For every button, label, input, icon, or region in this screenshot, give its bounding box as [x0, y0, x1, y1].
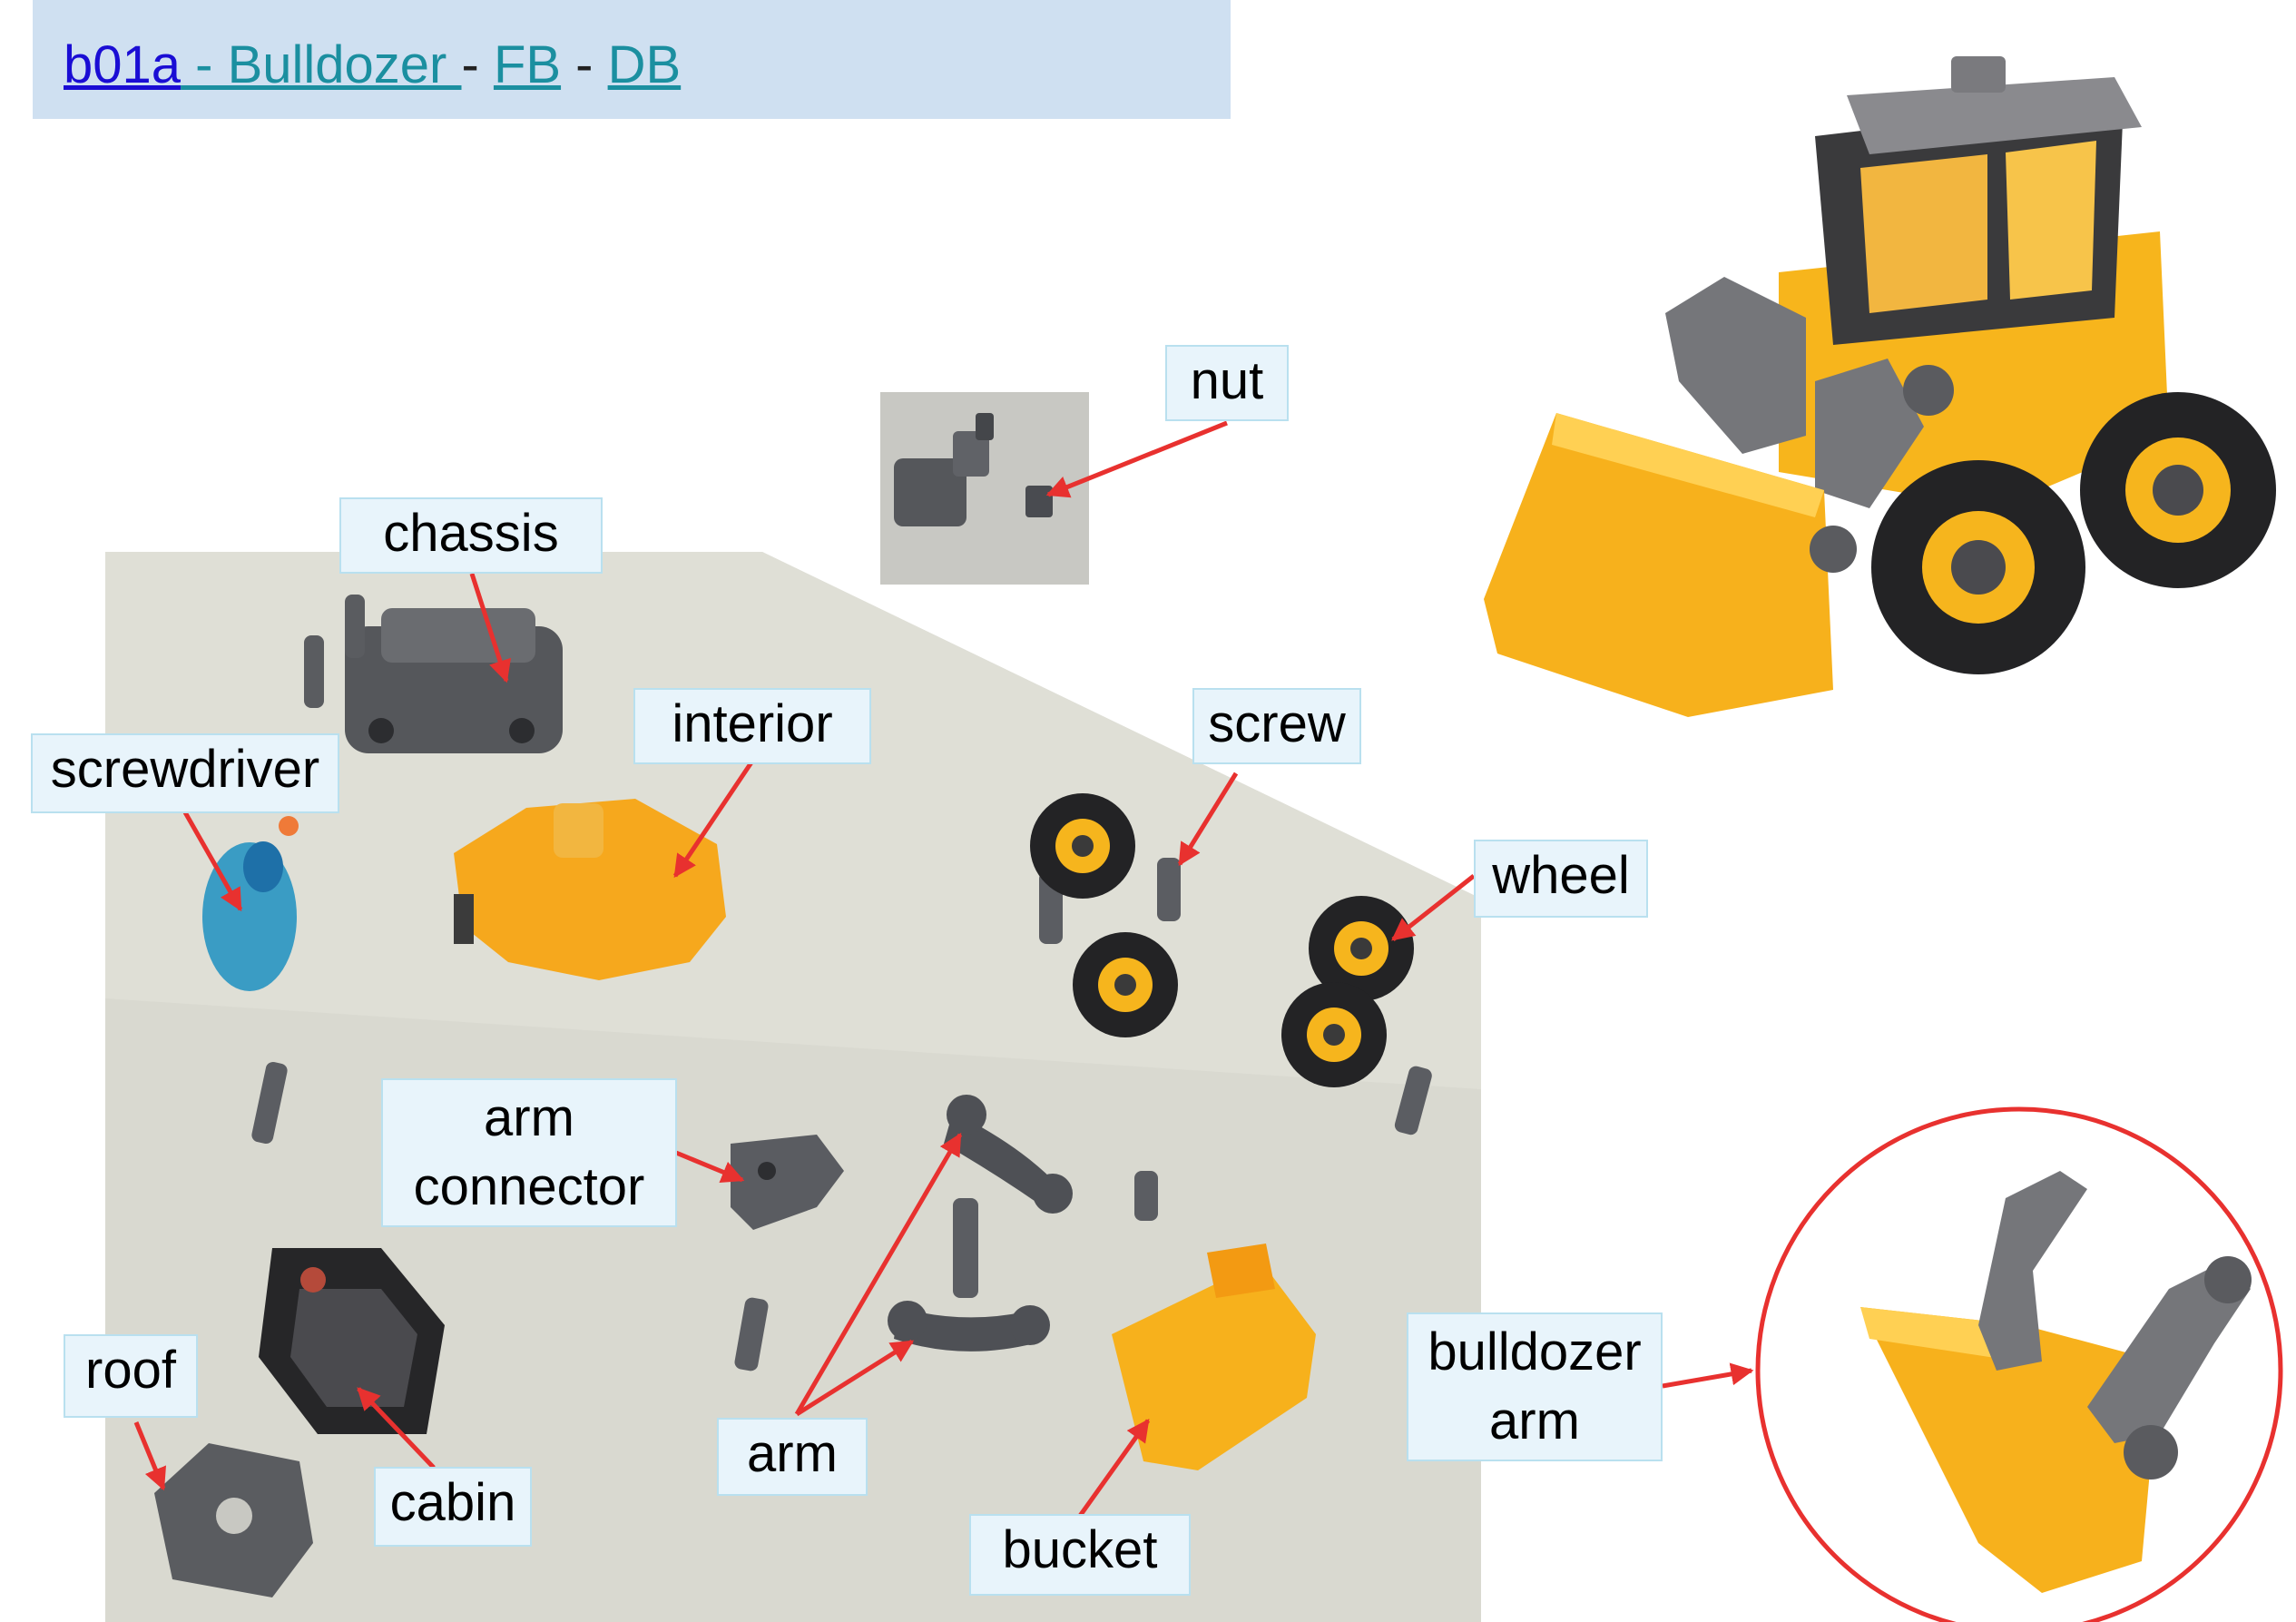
label-bucket: bucket	[969, 1514, 1191, 1596]
arrow-screwdriver	[182, 811, 243, 912]
arrow-wheel	[1391, 874, 1476, 941]
arrow-arm-1	[794, 1132, 963, 1416]
label-arm: arm	[717, 1418, 868, 1496]
label-arm-connector: arm connector	[381, 1078, 677, 1227]
label-bulldozer-arm: bulldozer arm	[1407, 1312, 1663, 1461]
label-screwdriver: screwdriver	[31, 733, 339, 813]
arrow-screw	[1177, 772, 1239, 867]
arrow-chassis	[469, 573, 512, 683]
arrow-arm-connector	[675, 1150, 745, 1184]
arrow-bulldozer-arm	[1662, 1362, 1754, 1389]
annotation-arrows	[133, 420, 1754, 1518]
arrow-cabin	[357, 1387, 436, 1470]
label-nut: nut	[1165, 345, 1289, 421]
label-chassis: chassis	[339, 497, 603, 574]
label-cabin: cabin	[374, 1467, 532, 1547]
label-bulldozer-arm-line1: bulldozer	[1428, 1322, 1642, 1381]
label-arm-connector-line2: connector	[413, 1157, 645, 1216]
label-screw: screw	[1192, 688, 1361, 764]
label-arm-connector-line1: arm	[484, 1088, 574, 1147]
arrow-arm-2	[795, 1339, 915, 1417]
label-roof: roof	[64, 1334, 198, 1418]
label-interior: interior	[633, 688, 871, 764]
label-bulldozer-arm-line2: arm	[1489, 1391, 1580, 1450]
arrow-bucket	[1077, 1418, 1151, 1518]
arrow-roof	[133, 1421, 167, 1491]
arrow-interior	[672, 761, 754, 879]
arrow-nut	[1045, 420, 1228, 498]
label-wheel: wheel	[1474, 840, 1648, 918]
